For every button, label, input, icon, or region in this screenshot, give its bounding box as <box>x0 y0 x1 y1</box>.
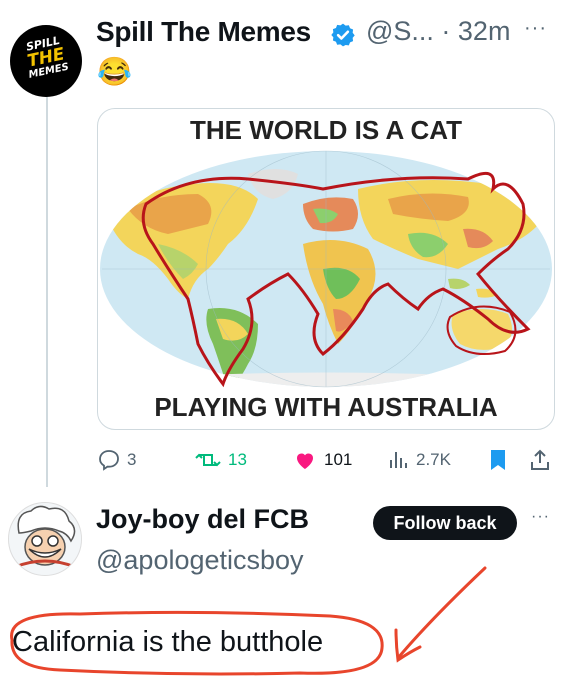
views-icon <box>390 452 407 468</box>
share-button[interactable] <box>529 448 557 472</box>
post-image[interactable]: THE WORLD IS A CAT PLAYING WITH AUSTRALI… <box>97 108 555 430</box>
verified-badge-icon <box>331 23 355 47</box>
more-options-icon[interactable]: ··· <box>531 508 550 526</box>
action-bar: 3 13 101 2.7K <box>97 448 557 478</box>
views-button[interactable]: 2.7K <box>386 448 451 472</box>
like-count: 101 <box>324 450 353 469</box>
red-annotation-scribble <box>10 566 487 676</box>
meme-bottom-caption: PLAYING WITH AUSTRALIA <box>154 392 498 422</box>
reply-text: California is the butthole <box>12 626 324 658</box>
reply-icon <box>99 450 119 471</box>
bookmark-icon <box>491 450 505 470</box>
meme-top-caption: THE WORLD IS A CAT <box>189 115 462 145</box>
repost-icon <box>195 453 221 467</box>
author-name[interactable]: Spill The Memes <box>96 16 311 48</box>
repost-button[interactable]: 13 <box>194 448 247 472</box>
heart-icon <box>297 453 313 469</box>
reply-author-name[interactable]: Joy-boy del FCB <box>96 504 309 535</box>
handle-time[interactable]: @S... · 32m <box>366 16 510 47</box>
follow-back-button[interactable]: Follow back <box>373 506 517 540</box>
repost-count: 13 <box>228 450 247 469</box>
avatar[interactable]: SPILL THE MEMES <box>10 25 82 97</box>
reply-author-handle[interactable]: @apologeticsboy <box>96 545 304 576</box>
post-text: 😂 <box>97 56 132 87</box>
reply-count: 3 <box>127 450 137 469</box>
bookmark-button[interactable] <box>487 448 515 472</box>
avatar[interactable] <box>8 502 82 576</box>
avatar-logo: SPILL THE MEMES <box>24 33 70 81</box>
avatar-image <box>9 503 81 575</box>
views-count: 2.7K <box>416 450 451 469</box>
world-map-image <box>100 150 552 388</box>
thread-line <box>46 95 48 487</box>
reply-button[interactable]: 3 <box>97 448 136 472</box>
more-options-icon[interactable]: ··· <box>524 17 547 40</box>
share-icon <box>531 449 549 470</box>
like-button[interactable]: 101 <box>292 448 352 472</box>
